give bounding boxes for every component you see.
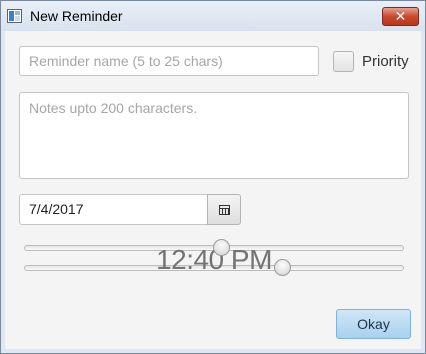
reminder-name-input[interactable]: Reminder name (5 to 25 chars) [19,46,319,76]
notes-textarea[interactable]: Notes upto 200 characters. [19,92,409,179]
dialog-body: Reminder name (5 to 25 chars) Priority N… [5,31,421,349]
calendar-button[interactable] [207,194,241,225]
priority-label: Priority [362,53,409,70]
reminder-dialog: New Reminder ✕ Reminder name (5 to 25 ch… [0,0,426,354]
hour-slider-thumb[interactable] [213,239,231,256]
date-field[interactable]: 7/4/2017 [19,194,208,225]
window-title: New Reminder [30,8,123,24]
minute-slider[interactable] [24,265,404,271]
window-app-icon [7,9,22,23]
minute-slider-thumb[interactable] [273,259,291,276]
priority-checkbox[interactable] [333,51,354,72]
close-icon: ✕ [394,8,407,24]
close-button[interactable]: ✕ [382,7,419,26]
title-bar: New Reminder ✕ [1,1,425,31]
calendar-icon [219,205,230,215]
okay-button[interactable]: Okay [336,309,411,339]
